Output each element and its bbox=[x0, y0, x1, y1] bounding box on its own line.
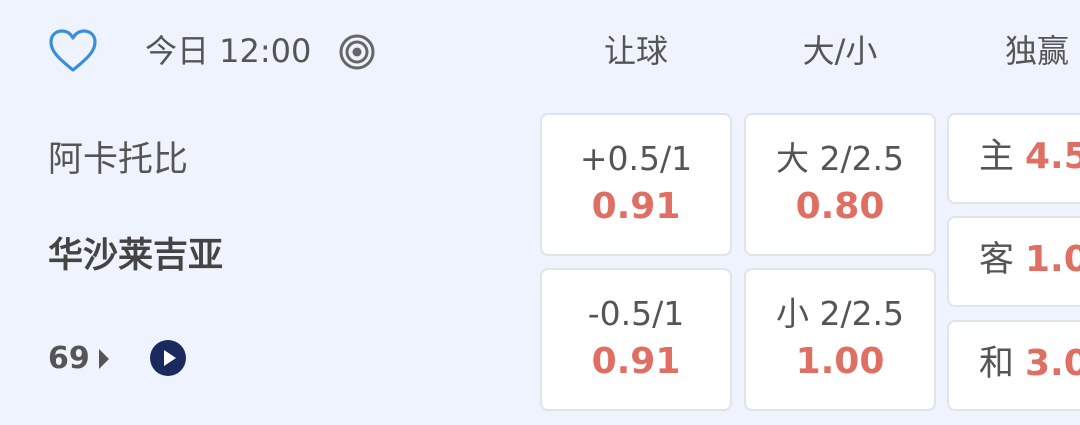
handicap-line: +0.5/1 bbox=[579, 139, 693, 178]
handicap-odds: 0.91 bbox=[591, 341, 681, 382]
away-team-name: 华沙莱吉亚 bbox=[48, 236, 224, 276]
handicap-home-cell[interactable]: +0.5/1 0.91 bbox=[540, 113, 732, 256]
handicap-line: -0.5/1 bbox=[587, 294, 685, 333]
moneyline-odds: 4.5 bbox=[1025, 136, 1080, 177]
play-video-icon[interactable] bbox=[150, 340, 186, 376]
favorite-heart-icon[interactable] bbox=[48, 28, 98, 74]
over-cell[interactable]: 大 2/2.5 0.80 bbox=[744, 113, 936, 256]
more-markets-count[interactable]: 69 bbox=[48, 340, 90, 378]
over-under-line: 小 2/2.5 bbox=[775, 294, 905, 333]
under-cell[interactable]: 小 2/2.5 1.00 bbox=[744, 268, 936, 411]
live-signal-icon bbox=[339, 34, 375, 70]
moneyline-odds: 1.0 bbox=[1025, 239, 1080, 280]
column-header-handicap: 让球 bbox=[603, 32, 668, 70]
match-time: 今日 12:00 bbox=[145, 32, 312, 70]
over-under-odds: 0.80 bbox=[795, 186, 885, 227]
handicap-odds: 0.91 bbox=[591, 186, 681, 227]
handicap-away-cell[interactable]: -0.5/1 0.91 bbox=[540, 268, 732, 411]
moneyline-label: 和 bbox=[979, 344, 1015, 384]
column-header-moneyline: 独赢 bbox=[1005, 32, 1070, 70]
over-under-odds: 1.00 bbox=[795, 341, 885, 382]
caret-right-icon bbox=[99, 349, 109, 369]
over-under-line: 大 2/2.5 bbox=[775, 139, 905, 178]
moneyline-odds: 3.0 bbox=[1025, 343, 1080, 384]
moneyline-label: 客 bbox=[979, 240, 1015, 280]
moneyline-away-cell[interactable]: 客 1.0 bbox=[947, 216, 1080, 307]
home-team-name: 阿卡托比 bbox=[48, 140, 189, 180]
moneyline-draw-cell[interactable]: 和 3.0 bbox=[947, 320, 1080, 411]
column-header-over-under: 大/小 bbox=[802, 32, 878, 70]
moneyline-home-cell[interactable]: 主 4.5 bbox=[947, 113, 1080, 204]
moneyline-label: 主 bbox=[979, 137, 1015, 177]
